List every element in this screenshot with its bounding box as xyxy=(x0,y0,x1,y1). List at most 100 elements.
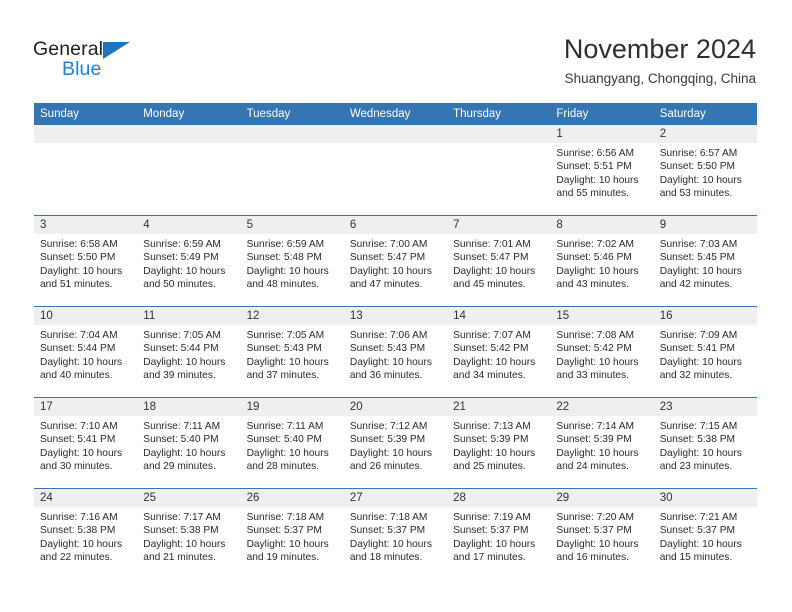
day-cell-inner: 23 Sunrise: 7:15 AM Sunset: 5:38 PM Dayligh… xyxy=(653,398,757,488)
title-block: November 2024 Shuangyang, Chongqing, Chi… xyxy=(564,33,756,87)
day-number: 5 xyxy=(240,216,344,234)
calendar-day-cell[interactable]: 28 Sunrise: 7:19 AM Sunset: 5:37 PM Dayligh… xyxy=(447,488,551,579)
sunset-text: Sunset: 5:41 PM xyxy=(659,343,736,355)
day-cell-details: Sunrise: 7:16 AM Sunset: 5:38 PM Daylight:… xyxy=(34,507,137,565)
sunrise-text: Sunrise: 7:15 AM xyxy=(659,421,738,432)
daylight-text-line1: Daylight: 10 hours xyxy=(659,538,742,550)
daylight-text-line2: and 16 minutes. xyxy=(556,552,629,564)
daylight-text-line1: Daylight: 10 hours xyxy=(453,265,536,277)
calendar-day-cell[interactable]: 19 Sunrise: 7:11 AM Sunset: 5:40 PM Dayligh… xyxy=(240,397,344,489)
calendar-day-cell[interactable]: 21 Sunrise: 7:13 AM Sunset: 5:39 PM Dayligh… xyxy=(447,397,551,489)
calendar-day-cell[interactable]: 17 Sunrise: 7:10 AM Sunset: 5:41 PM Dayligh… xyxy=(34,397,138,489)
sunset-text: Sunset: 5:46 PM xyxy=(556,252,632,264)
daylight-text-line2: and 21 minutes. xyxy=(143,552,216,564)
calendar-day-cell[interactable]: 6 Sunrise: 7:00 AM Sunset: 5:47 PM Daylight… xyxy=(343,215,448,307)
sunset-text: Sunset: 5:37 PM xyxy=(246,525,322,537)
daylight-text-line2: and 37 minutes. xyxy=(246,370,320,382)
day-cell-details: Sunrise: 7:20 AM Sunset: 5:37 PM Daylight:… xyxy=(550,507,653,565)
day-cell-inner: 2 Sunrise: 6:57 AM Sunset: 5:50 PM Daylight… xyxy=(653,125,757,215)
calendar-day-cell[interactable]: 29 Sunrise: 7:20 AM Sunset: 5:37 PM Dayligh… xyxy=(550,488,654,579)
calendar-day-cell[interactable]: 15 Sunrise: 7:08 AM Sunset: 5:42 PM Dayligh… xyxy=(550,306,654,398)
calendar-week-row: 10 Sunrise: 7:04 AM Sunset: 5:44 PM Dayligh… xyxy=(34,306,757,398)
calendar-day-cell[interactable]: 20 Sunrise: 7:12 AM Sunset: 5:39 PM Dayligh… xyxy=(343,397,448,489)
calendar-day-cell[interactable]: 27 Sunrise: 7:18 AM Sunset: 5:37 PM Dayligh… xyxy=(343,488,448,579)
weekday-header-friday: Friday xyxy=(550,103,654,125)
day-cell-details: Sunrise: 7:00 AM Sunset: 5:47 PM Daylight:… xyxy=(344,234,447,292)
calendar-header-row: Sunday Monday Tuesday Wednesday Thursday… xyxy=(34,103,757,125)
calendar-day-cell[interactable]: 26 Sunrise: 7:18 AM Sunset: 5:37 PM Dayligh… xyxy=(240,488,344,579)
day-cell-inner: 7 Sunrise: 7:01 AM Sunset: 5:47 PM Daylight… xyxy=(447,216,551,306)
daylight-text-line1: Daylight: 10 hours xyxy=(246,265,329,277)
calendar-day-cell[interactable]: 7 Sunrise: 7:01 AM Sunset: 5:47 PM Daylight… xyxy=(447,215,551,307)
calendar-day-cell[interactable]: 25 Sunrise: 7:17 AM Sunset: 5:38 PM Dayligh… xyxy=(137,488,241,579)
day-number xyxy=(447,125,551,143)
calendar-day-cell[interactable]: 30 Sunrise: 7:21 AM Sunset: 5:37 PM Dayligh… xyxy=(653,488,757,579)
sunrise-text: Sunrise: 7:11 AM xyxy=(246,421,324,432)
calendar-day-cell[interactable]: 14 Sunrise: 7:07 AM Sunset: 5:42 PM Dayligh… xyxy=(447,306,551,398)
daylight-text-line1: Daylight: 10 hours xyxy=(556,356,639,368)
calendar-day-cell[interactable]: 18 Sunrise: 7:11 AM Sunset: 5:40 PM Dayligh… xyxy=(137,397,241,489)
day-number xyxy=(137,125,241,143)
day-number: 21 xyxy=(447,398,551,416)
daylight-text-line1: Daylight: 10 hours xyxy=(40,447,123,459)
daylight-text-line2: and 24 minutes. xyxy=(556,461,629,473)
calendar-day-cell[interactable]: 5 Sunrise: 6:59 AM Sunset: 5:48 PM Daylight… xyxy=(240,215,344,307)
sunrise-text: Sunrise: 7:16 AM xyxy=(40,512,118,523)
daylight-text-line1: Daylight: 10 hours xyxy=(40,265,123,277)
day-cell-inner: 4 Sunrise: 6:59 AM Sunset: 5:49 PM Daylight… xyxy=(137,216,241,306)
day-number: 9 xyxy=(653,216,757,234)
day-cell-inner: 18 Sunrise: 7:11 AM Sunset: 5:40 PM Dayligh… xyxy=(137,398,241,488)
daylight-text-line1: Daylight: 10 hours xyxy=(143,447,226,459)
sunset-text: Sunset: 5:39 PM xyxy=(453,434,529,446)
weekday-header-wednesday: Wednesday xyxy=(343,103,448,125)
calendar-day-cell[interactable]: 10 Sunrise: 7:04 AM Sunset: 5:44 PM Dayligh… xyxy=(34,306,138,398)
sunrise-text: Sunrise: 7:06 AM xyxy=(349,330,428,341)
day-number: 29 xyxy=(550,489,654,507)
calendar-day-cell[interactable]: 16 Sunrise: 7:09 AM Sunset: 5:41 PM Dayligh… xyxy=(653,306,757,398)
day-cell-inner: 15 Sunrise: 7:08 AM Sunset: 5:42 PM Dayligh… xyxy=(550,307,654,397)
calendar-table: Sunday Monday Tuesday Wednesday Thursday… xyxy=(34,103,757,579)
day-cell-details: Sunrise: 7:05 AM Sunset: 5:43 PM Daylight:… xyxy=(241,325,344,383)
daylight-text-line1: Daylight: 10 hours xyxy=(143,265,226,277)
sunrise-text: Sunrise: 7:14 AM xyxy=(556,421,634,432)
day-cell-details: Sunrise: 7:01 AM Sunset: 5:47 PM Daylight:… xyxy=(447,234,550,292)
day-cell-inner: 11 Sunrise: 7:05 AM Sunset: 5:44 PM Dayligh… xyxy=(137,307,241,397)
calendar-day-cell[interactable]: 12 Sunrise: 7:05 AM Sunset: 5:43 PM Dayligh… xyxy=(240,306,344,398)
daylight-text-line2: and 50 minutes. xyxy=(143,279,216,291)
calendar-day-cell[interactable]: 23 Sunrise: 7:15 AM Sunset: 5:38 PM Dayligh… xyxy=(653,397,757,489)
day-number: 18 xyxy=(137,398,241,416)
calendar-day-cell[interactable]: 4 Sunrise: 6:59 AM Sunset: 5:49 PM Daylight… xyxy=(137,215,241,307)
calendar-day-cell[interactable]: 8 Sunrise: 7:02 AM Sunset: 5:46 PM Daylight… xyxy=(550,215,654,307)
day-cell-inner: 20 Sunrise: 7:12 AM Sunset: 5:39 PM Dayligh… xyxy=(343,398,448,488)
sunrise-text: Sunrise: 7:18 AM xyxy=(349,512,428,523)
sunrise-text: Sunrise: 7:13 AM xyxy=(453,421,531,432)
day-number: 27 xyxy=(343,489,448,507)
calendar-day-cell[interactable]: 13 Sunrise: 7:06 AM Sunset: 5:43 PM Dayligh… xyxy=(343,306,448,398)
day-number: 2 xyxy=(653,125,757,143)
day-cell-inner: 21 Sunrise: 7:13 AM Sunset: 5:39 PM Dayligh… xyxy=(447,398,551,488)
calendar-day-cell[interactable]: 11 Sunrise: 7:05 AM Sunset: 5:44 PM Dayligh… xyxy=(137,306,241,398)
day-number: 16 xyxy=(653,307,757,325)
calendar-day-cell[interactable]: 22 Sunrise: 7:14 AM Sunset: 5:39 PM Dayligh… xyxy=(550,397,654,489)
sunrise-text: Sunrise: 7:01 AM xyxy=(453,239,531,250)
day-cell-details: Sunrise: 7:09 AM Sunset: 5:41 PM Daylight:… xyxy=(654,325,757,383)
day-cell-inner: 24 Sunrise: 7:16 AM Sunset: 5:38 PM Dayligh… xyxy=(34,489,138,579)
sunset-text: Sunset: 5:45 PM xyxy=(659,252,736,264)
calendar-day-cell[interactable]: 9 Sunrise: 7:03 AM Sunset: 5:45 PM Daylight… xyxy=(653,215,757,307)
calendar-day-cell[interactable]: 24 Sunrise: 7:16 AM Sunset: 5:38 PM Dayligh… xyxy=(34,488,138,579)
calendar-day-cell-empty xyxy=(343,125,448,216)
day-cell-details: Sunrise: 7:17 AM Sunset: 5:38 PM Daylight:… xyxy=(137,507,240,565)
day-cell-inner: 16 Sunrise: 7:09 AM Sunset: 5:41 PM Dayligh… xyxy=(653,307,757,397)
day-cell-details: Sunrise: 7:12 AM Sunset: 5:39 PM Daylight:… xyxy=(344,416,447,474)
calendar-day-cell[interactable]: 2 Sunrise: 6:57 AM Sunset: 5:50 PM Daylight… xyxy=(653,125,757,216)
sunrise-text: Sunrise: 7:05 AM xyxy=(246,330,325,341)
calendar-day-cell[interactable]: 1 Sunrise: 6:56 AM Sunset: 5:51 PM Daylight… xyxy=(550,125,654,216)
day-cell-details: Sunrise: 7:19 AM Sunset: 5:37 PM Daylight:… xyxy=(447,507,550,565)
day-number: 1 xyxy=(550,125,654,143)
day-cell-details: Sunrise: 7:11 AM Sunset: 5:40 PM Daylight:… xyxy=(137,416,240,474)
day-cell-inner xyxy=(240,125,344,215)
day-number: 25 xyxy=(137,489,241,507)
sunset-text: Sunset: 5:49 PM xyxy=(143,252,219,264)
calendar-day-cell[interactable]: 3 Sunrise: 6:58 AM Sunset: 5:50 PM Daylight… xyxy=(34,215,138,307)
day-cell-details: Sunrise: 6:58 AM Sunset: 5:50 PM Daylight:… xyxy=(34,234,137,292)
